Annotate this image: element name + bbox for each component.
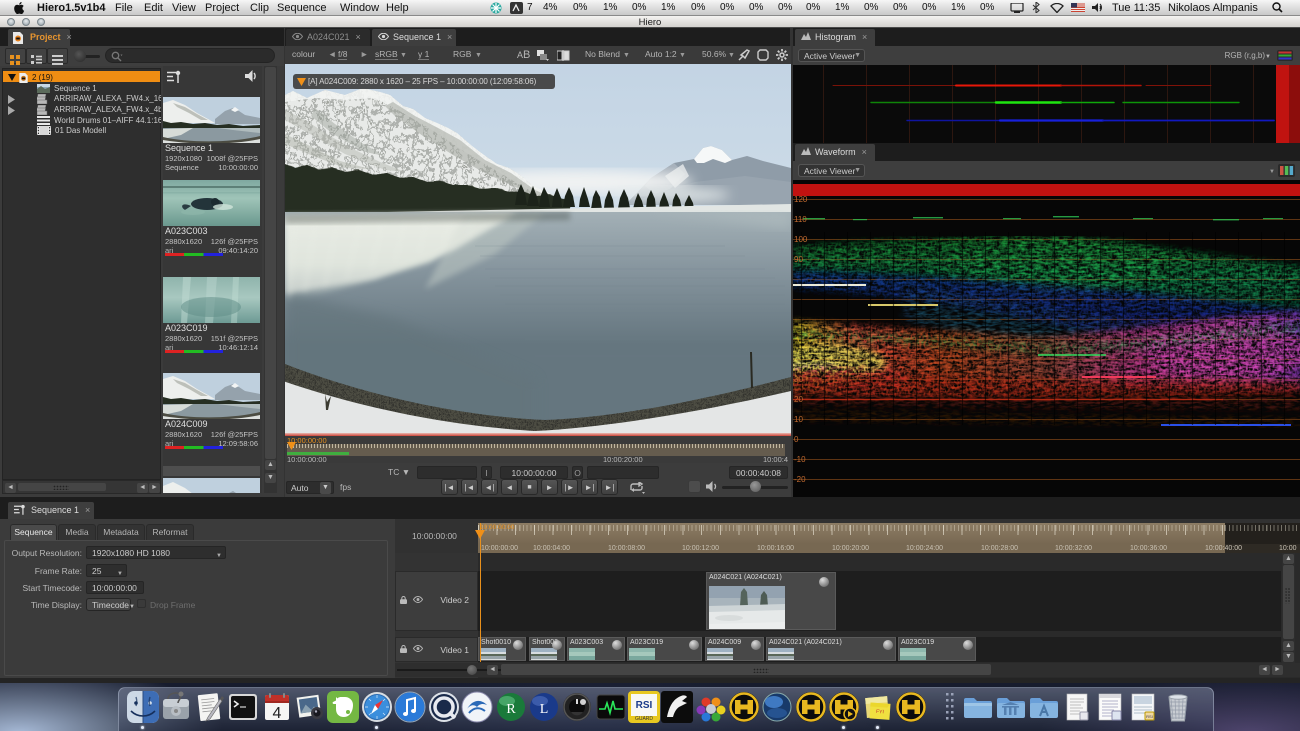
svg-text:110: 110: [794, 215, 807, 224]
svg-text:100: 100: [794, 235, 808, 244]
svg-text:RSI: RSI: [636, 700, 653, 711]
svg-text:0: 0: [794, 435, 799, 444]
svg-text:120: 120: [794, 195, 808, 204]
svg-text:RSI: RSI: [1146, 714, 1153, 719]
svg-text:20: 20: [794, 395, 803, 404]
svg-text:R: R: [506, 702, 516, 717]
svg-text:-20: -20: [794, 475, 806, 484]
svg-text:L: L: [540, 702, 549, 717]
svg-text:10: 10: [794, 415, 803, 424]
svg-text:30: 30: [794, 375, 803, 384]
svg-text:GUARD: GUARD: [635, 716, 653, 722]
svg-text:FYI: FYI: [876, 709, 884, 716]
svg-text:-10: -10: [794, 455, 806, 464]
svg-text:4: 4: [273, 705, 282, 722]
svg-text:90: 90: [794, 255, 803, 264]
